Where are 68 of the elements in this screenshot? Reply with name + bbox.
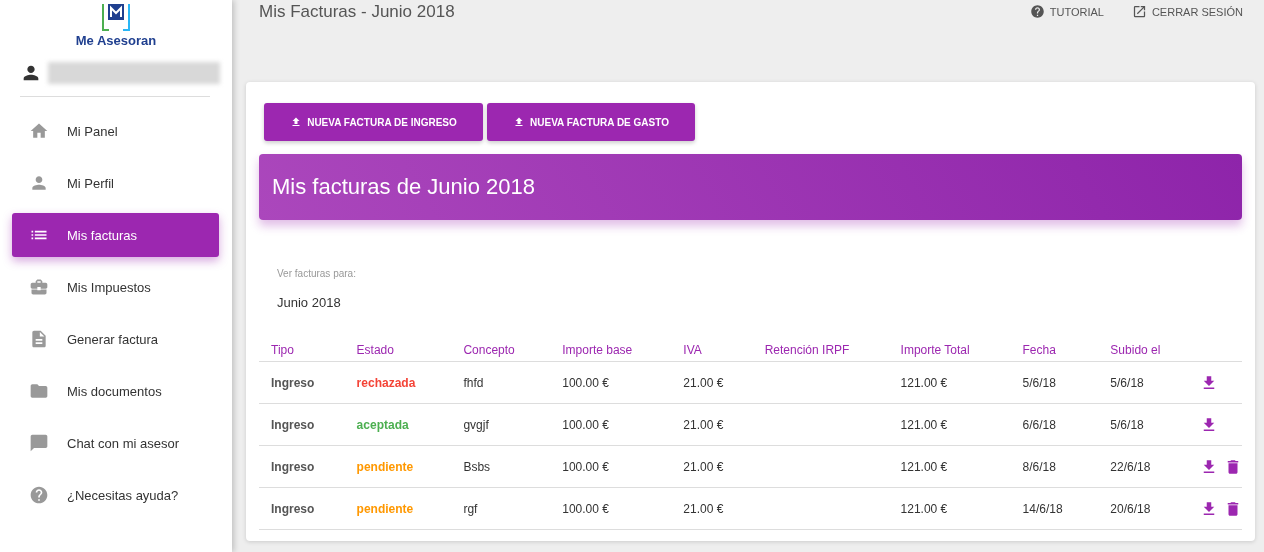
status-text: rechazada [344, 361, 452, 404]
nav-item[interactable]: Generar factura [12, 317, 219, 361]
table-cell: 100.00 € [550, 403, 672, 446]
column-header: IVA [671, 343, 753, 362]
table-cell: 5/6/18 [1098, 403, 1188, 446]
table-cell: rgf [451, 487, 551, 530]
page-title: Mis Facturas - Junio 2018 [259, 2, 455, 22]
table-cell: Ingreso [259, 403, 345, 446]
table-cell: 121.00 € [888, 403, 1011, 446]
logo-text: Me Asesoran [75, 33, 157, 48]
column-header: Retención IRPF [752, 343, 889, 362]
table-cell: 21.00 € [671, 445, 753, 488]
nav-item[interactable]: ¿Necesitas ayuda? [12, 473, 219, 517]
briefcase-icon [29, 277, 49, 297]
column-header: Concepto [451, 343, 551, 362]
column-header: Estado [344, 343, 452, 362]
table-cell: 21.00 € [671, 403, 753, 446]
column-header: Subido el [1098, 343, 1188, 362]
home-icon [29, 121, 49, 141]
period-label: Ver facturas para: [277, 268, 357, 279]
nav-item[interactable]: Mis Impuestos [12, 265, 219, 309]
column-header: Fecha [1010, 343, 1099, 362]
nav-item[interactable]: Mi Perfil [12, 161, 219, 205]
column-header: Importe Total [888, 343, 1011, 362]
table-cell: 22/6/18 [1098, 445, 1188, 488]
table-cell: 100.00 € [550, 445, 672, 488]
table-cell: 14/6/18 [1010, 487, 1099, 530]
nav-item[interactable]: Mi Panel [12, 109, 219, 153]
upload-icon [513, 116, 526, 128]
new-invoice-button[interactable]: NUEVA FACTURA DE INGRESO [264, 103, 483, 141]
table-cell: 6/6/18 [1010, 403, 1099, 446]
status-text: pendiente [344, 445, 452, 488]
table-cell: 100.00 € [550, 487, 672, 530]
period-select[interactable]: Junio 2018 [277, 295, 341, 310]
table-cell: Ingreso [259, 487, 345, 530]
nav-item[interactable]: Chat con mi asesor [12, 421, 219, 465]
table-cell: 121.00 € [888, 445, 1011, 488]
column-header: Tipo [259, 343, 345, 362]
table-cell: gvgjf [451, 403, 551, 446]
help-icon [1029, 4, 1045, 19]
document-icon [29, 329, 49, 349]
status-text: aceptada [344, 403, 452, 446]
table-cell: 8/6/18 [1010, 445, 1099, 488]
folder-icon [29, 381, 49, 401]
upload-icon [290, 116, 303, 128]
nav-item[interactable]: Mis facturas [12, 213, 219, 257]
header-action[interactable]: CERRAR SESIÓN [1131, 4, 1243, 19]
table-cell: 5/6/18 [1098, 361, 1188, 404]
help-icon [29, 485, 49, 505]
exit-icon [1131, 4, 1147, 19]
table-cell: 20/6/18 [1098, 487, 1188, 530]
table-cell: 121.00 € [888, 361, 1011, 404]
table-cell: Ingreso [259, 445, 345, 488]
table-cell: Ingreso [259, 361, 345, 404]
table-cell: fhfd [451, 361, 551, 404]
table-cell: 5/6/18 [1010, 361, 1099, 404]
section-banner: Mis facturas de Junio 2018 [259, 154, 1242, 220]
column-header: Importe base [550, 343, 672, 362]
status-text: pendiente [344, 487, 452, 530]
chat-bubble-icon [29, 433, 49, 453]
header-action[interactable]: TUTORIAL [1029, 4, 1104, 19]
table-cell: 21.00 € [671, 487, 753, 530]
nav-item[interactable]: Mis documentos [12, 369, 219, 413]
new-invoice-button[interactable]: NUEVA FACTURA DE GASTO [487, 103, 695, 141]
table-cell: Bsbs [451, 445, 551, 488]
table-cell: 100.00 € [550, 361, 672, 404]
table-cell: 21.00 € [671, 361, 753, 404]
table-cell: 121.00 € [888, 487, 1011, 530]
